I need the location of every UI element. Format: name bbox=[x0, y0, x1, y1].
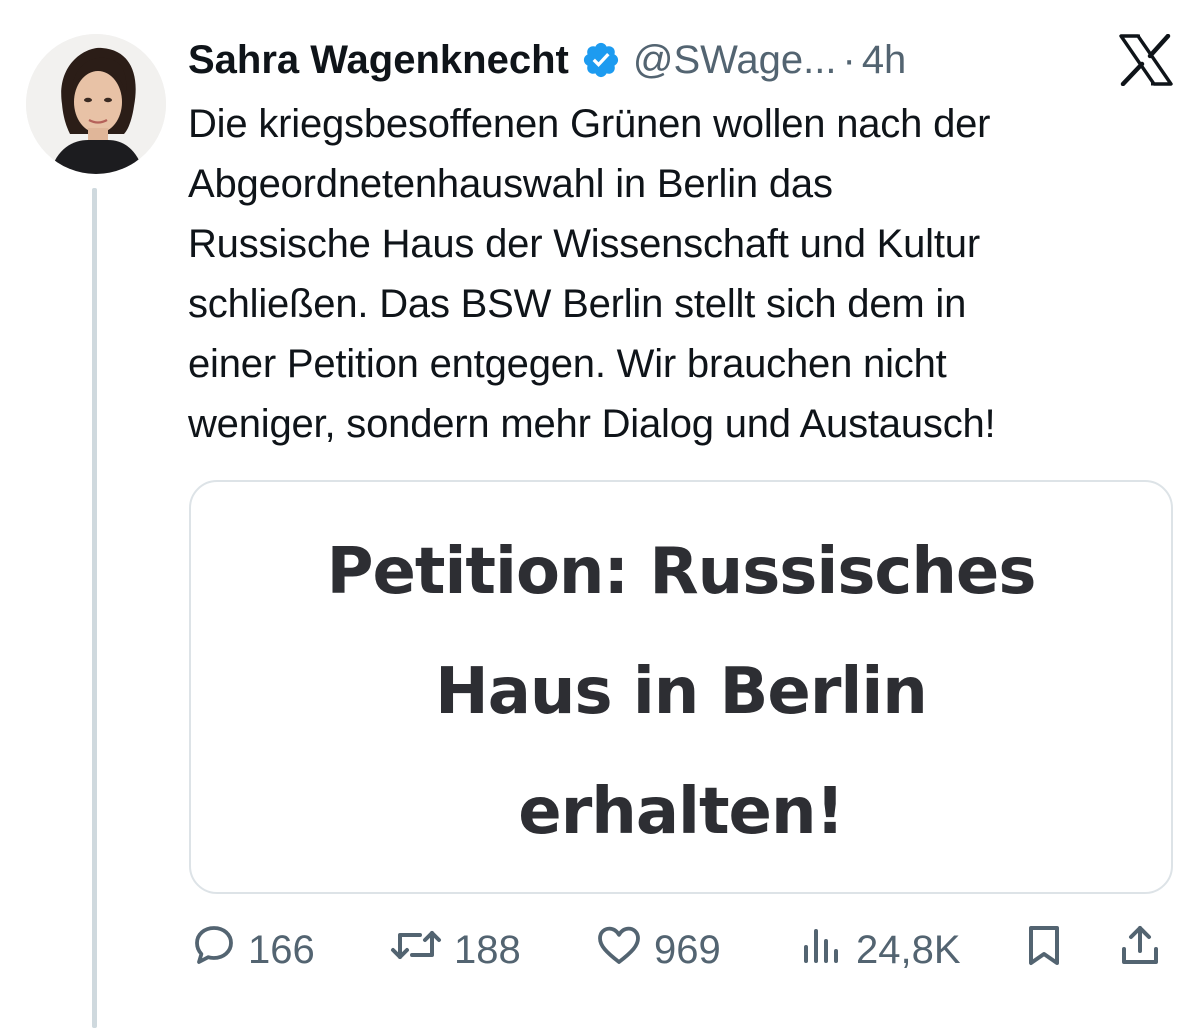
views-chart-icon bbox=[798, 921, 846, 979]
bookmark-button[interactable] bbox=[1020, 918, 1068, 982]
tweet-header: Sahra Wagenknecht @SWage... · 4h bbox=[188, 30, 1068, 90]
repost-icon bbox=[388, 921, 444, 979]
thread-line bbox=[92, 188, 97, 1028]
card-title: Petition: Russisches Haus in Berlin erha… bbox=[326, 535, 1037, 849]
action-bar: 166 188 969 24,8K bbox=[0, 918, 1200, 982]
tweet-text: Die kriegsbesoffenen Grünen wollen nach … bbox=[188, 102, 996, 446]
share-icon bbox=[1116, 921, 1164, 979]
like-button[interactable]: 969 bbox=[594, 918, 721, 982]
reply-count: 166 bbox=[248, 927, 315, 972]
views-count: 24,8K bbox=[856, 927, 961, 972]
verified-badge-icon[interactable] bbox=[581, 40, 621, 80]
repost-button[interactable]: 188 bbox=[388, 918, 521, 982]
reply-icon bbox=[190, 921, 238, 979]
share-button[interactable] bbox=[1116, 918, 1164, 982]
link-card[interactable]: Petition: Russisches Haus in Berlin erha… bbox=[189, 480, 1173, 894]
views-button[interactable]: 24,8K bbox=[798, 918, 961, 982]
x-logo-icon bbox=[1118, 33, 1174, 87]
bookmark-icon bbox=[1020, 921, 1068, 979]
separator-dot: · bbox=[842, 37, 856, 82]
timestamp[interactable]: 4h bbox=[862, 38, 907, 83]
heart-icon bbox=[594, 921, 644, 979]
like-count: 969 bbox=[654, 927, 721, 972]
reply-button[interactable]: 166 bbox=[190, 918, 315, 982]
author-handle[interactable]: @SWage... bbox=[633, 38, 837, 83]
repost-count: 188 bbox=[454, 927, 521, 972]
author-name[interactable]: Sahra Wagenknecht bbox=[188, 38, 569, 83]
avatar[interactable] bbox=[26, 34, 166, 174]
